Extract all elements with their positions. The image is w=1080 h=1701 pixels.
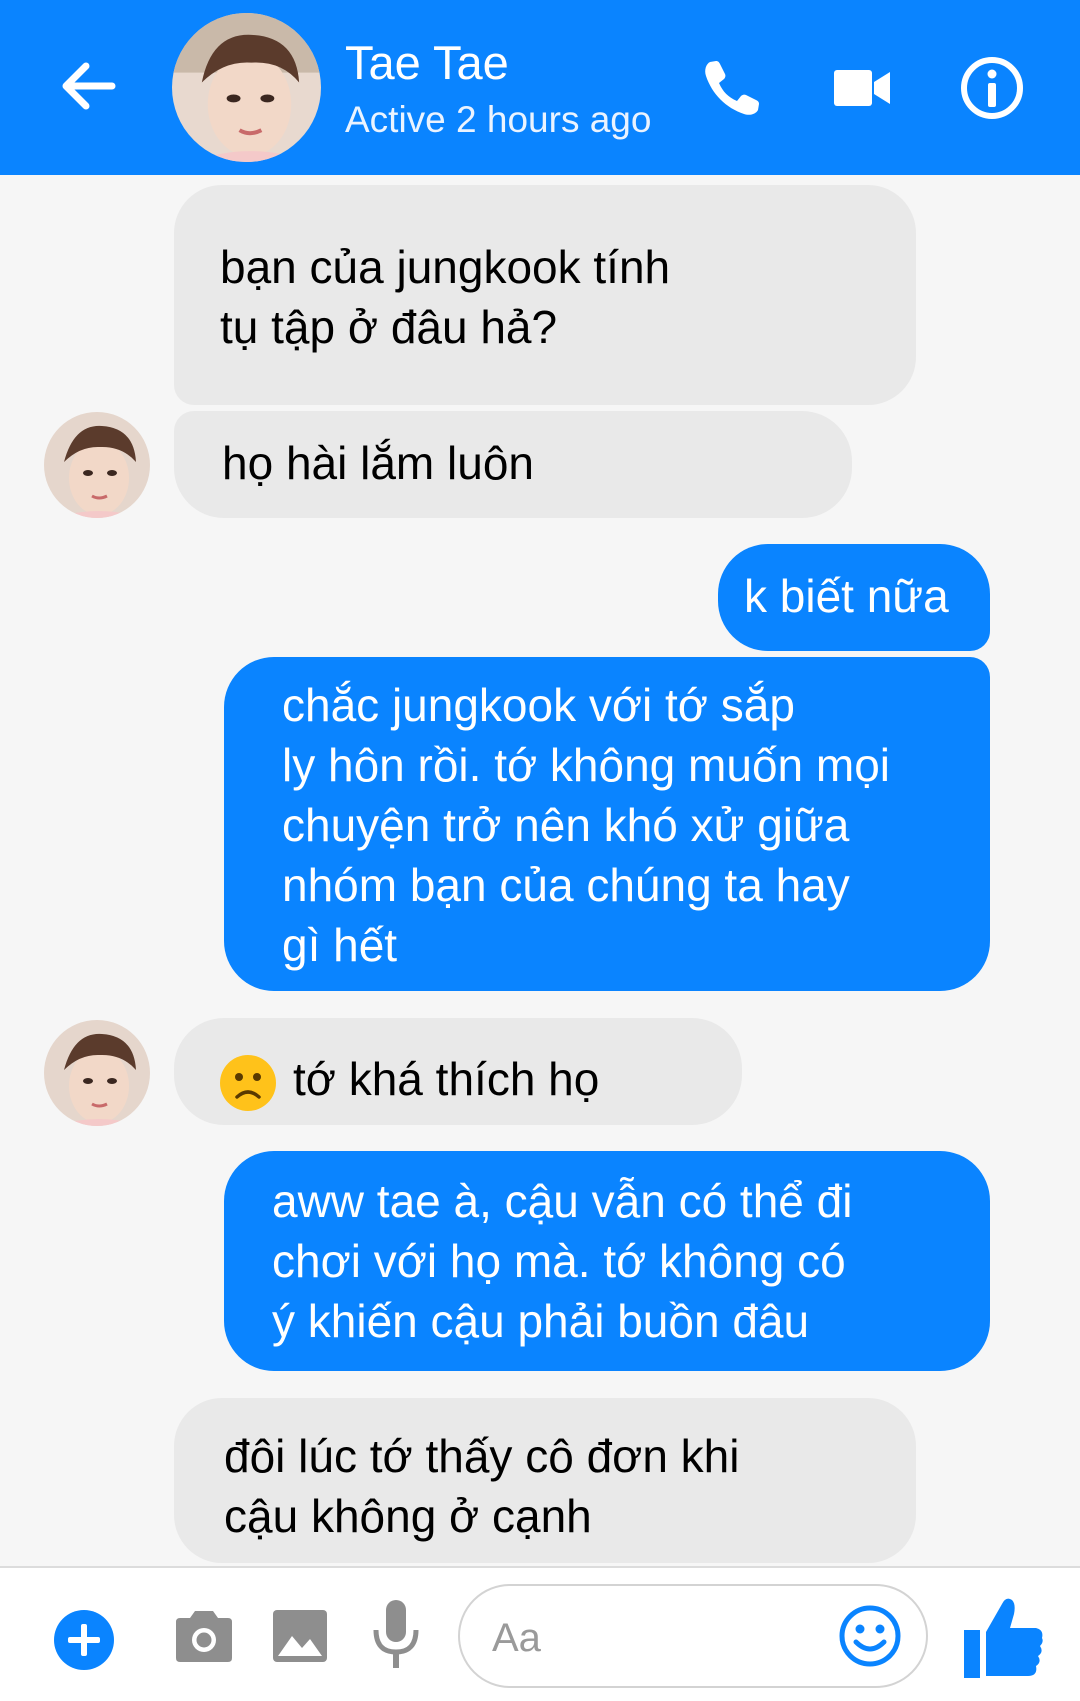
message-bubble-incoming[interactable]: họ hài lắm luôn: [174, 411, 852, 518]
sad-face-emoji-icon: [220, 1054, 276, 1111]
phone-icon[interactable]: [696, 52, 768, 124]
message-text: bạn của jungkook tính tụ tập ở đâu hả?: [220, 241, 671, 353]
message-text: họ hài lắm luôn: [222, 437, 534, 489]
active-status: Active 2 hours ago: [345, 99, 652, 140]
message-bubble-incoming[interactable]: tớ khá thích họ: [174, 1018, 742, 1125]
contact-avatar[interactable]: [172, 13, 321, 162]
message-composer: [0, 1566, 1080, 1701]
contact-name[interactable]: Tae Tae: [345, 35, 509, 91]
thumbs-up-icon[interactable]: [958, 1592, 1048, 1682]
message-text: đôi lúc tớ thấy cô đơn khi cậu không ở c…: [224, 1430, 740, 1542]
microphone-icon[interactable]: [370, 1598, 422, 1674]
message-text: k biết nữa: [744, 570, 949, 622]
info-icon[interactable]: [956, 52, 1028, 124]
smiley-icon[interactable]: [838, 1604, 902, 1668]
back-arrow-icon[interactable]: [52, 50, 124, 122]
camera-icon[interactable]: [172, 1606, 236, 1666]
message-text: chắc jungkook với tớ sắp ly hôn rồi. tớ …: [282, 679, 891, 971]
message-bubble-outgoing[interactable]: aww tae à, cậu vẫn có thể đi chơi với họ…: [224, 1151, 990, 1371]
message-text: tớ khá thích họ: [293, 1052, 600, 1105]
sender-avatar[interactable]: [44, 1020, 150, 1126]
message-bubble-incoming[interactable]: bạn của jungkook tính tụ tập ở đâu hả?: [174, 185, 916, 405]
plus-icon[interactable]: [52, 1608, 116, 1672]
video-camera-icon[interactable]: [826, 52, 898, 124]
message-bubble-outgoing[interactable]: chắc jungkook với tớ sắp ly hôn rồi. tớ …: [224, 657, 990, 991]
message-bubble-incoming[interactable]: đôi lúc tớ thấy cô đơn khi cậu không ở c…: [174, 1398, 916, 1563]
message-bubble-outgoing[interactable]: k biết nữa: [718, 544, 990, 651]
message-input[interactable]: [490, 1610, 834, 1666]
conversation-header: Tae Tae Active 2 hours ago: [0, 0, 1080, 175]
message-text: aww tae à, cậu vẫn có thể đi chơi với họ…: [272, 1175, 853, 1347]
image-icon[interactable]: [270, 1606, 330, 1666]
sender-avatar[interactable]: [44, 412, 150, 518]
